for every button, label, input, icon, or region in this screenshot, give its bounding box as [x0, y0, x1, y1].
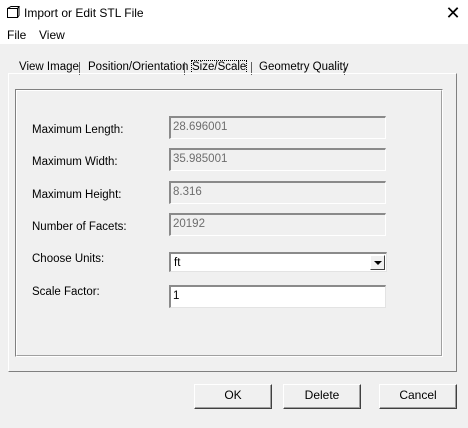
menu-bar: File View — [0, 27, 468, 44]
max-length-label: Maximum Length: — [32, 124, 124, 136]
title-bar: Import or Edit STL File ✕ — [0, 0, 468, 27]
choose-units-label: Choose Units: — [32, 253, 105, 265]
num-facets-field: 20192 — [169, 213, 386, 236]
num-facets-label: Number of Facets: — [32, 221, 127, 233]
menu-file[interactable]: File — [7, 28, 26, 42]
tab-label: View Image — [19, 61, 79, 73]
window-title: Import or Edit STL File — [24, 6, 144, 20]
delete-button[interactable]: Delete — [283, 384, 361, 409]
units-select-value: ft — [174, 257, 181, 269]
menu-view[interactable]: View — [39, 28, 65, 42]
max-width-field: 35.985001 — [169, 148, 386, 171]
close-button[interactable]: ✕ — [438, 0, 468, 27]
scale-factor-input[interactable]: 1 — [169, 285, 386, 308]
ok-button[interactable]: OK — [194, 384, 272, 409]
max-height-label: Maximum Height: — [32, 189, 122, 201]
cancel-button[interactable]: Cancel — [379, 384, 457, 409]
units-select[interactable]: ft — [169, 252, 387, 272]
max-width-label: Maximum Width: — [32, 156, 118, 168]
chevron-down-icon[interactable] — [370, 255, 385, 270]
max-length-field: 28.696001 — [169, 116, 386, 139]
tab-label: Size/Scale — [190, 60, 248, 74]
tab-label: Geometry Quality — [259, 61, 349, 73]
max-height-field: 8.316 — [169, 181, 386, 204]
stl-file-icon — [7, 6, 20, 18]
tab-label: Position/Orientation — [88, 61, 189, 73]
scale-factor-label: Scale Factor: — [32, 286, 100, 298]
